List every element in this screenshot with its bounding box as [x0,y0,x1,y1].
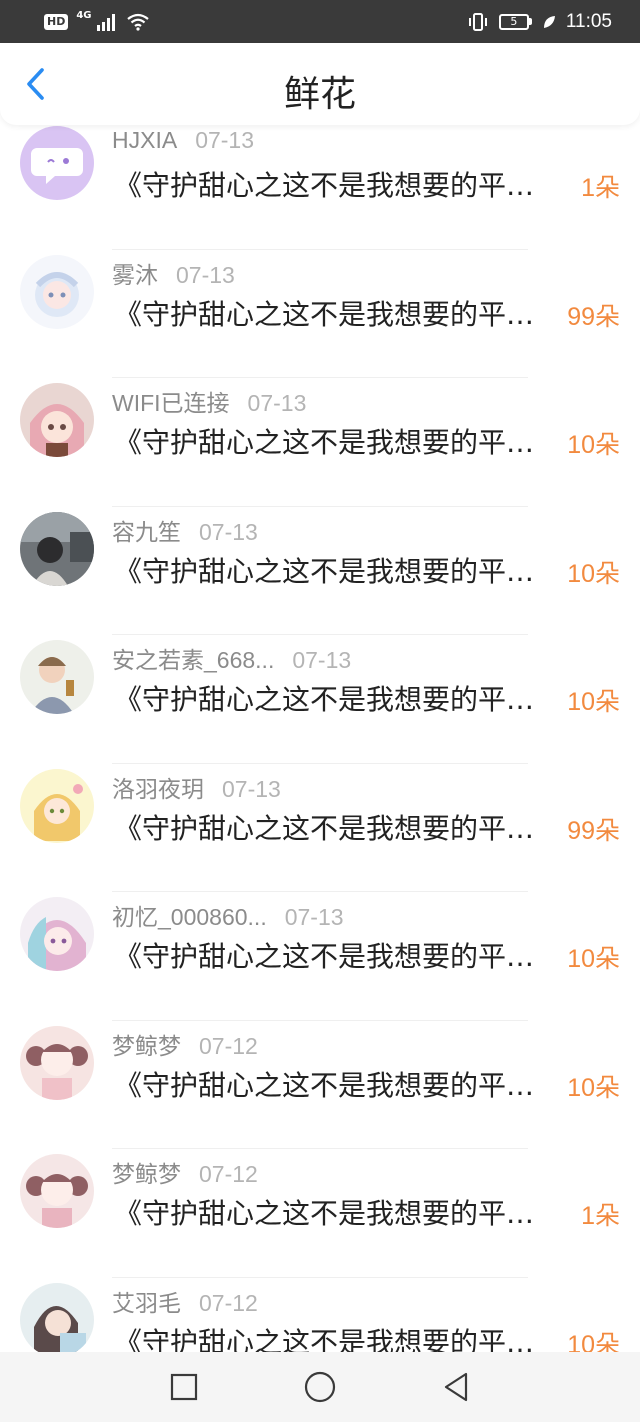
username[interactable]: 梦鲸梦 [112,1155,181,1189]
username[interactable]: HJXIA [112,127,177,154]
anime-girl-avatar-icon [20,383,94,457]
system-navigation-bar [0,1352,640,1422]
work-title: 《守护甜心之这不是我想要的平凡》 [114,426,538,459]
flower-count: 10朵 [567,559,620,588]
date: 07-13 [199,518,258,545]
circle-icon [304,1371,336,1403]
triangle-back-icon [444,1372,468,1402]
chat-bubble-avatar-icon [20,126,94,200]
home-button[interactable] [252,1357,388,1417]
date: 07-13 [292,647,352,673]
anime-girl-avatar-icon [20,1282,94,1357]
username[interactable]: 容九笙 [112,513,181,547]
username[interactable]: 雾沐 [112,256,158,290]
item-meta: 安之若素_668... 07-13 [112,641,351,675]
avatar[interactable] [20,1025,94,1100]
item-meta: 艾羽毛 07-12 [112,1284,258,1318]
anime-girl-avatar-icon [20,254,94,329]
item-meta: 梦鲸梦 07-12 [112,1027,258,1061]
avatar[interactable] [20,640,94,714]
work-title: 《守护甜心之这不是我想要的平凡》 [114,1068,538,1102]
list-item[interactable]: 梦鲸梦 07-12 《守护甜心之这不是我想要的平凡》 1朵 [0,1149,640,1278]
photo-avatar-icon [20,511,94,586]
page-title: 鲜花 [283,73,356,114]
square-icon [170,1373,198,1401]
item-meta: WIFI已连接 07-13 [112,384,306,418]
photo-avatar-icon [20,640,94,714]
item-meta: 雾沐 07-13 [112,256,235,290]
status-time: 11:05 [565,10,612,32]
hd-badge: HD [44,13,69,30]
list-item[interactable]: 洛羽夜玥 07-13 《守护甜心之这不是我想要的平凡》 99朵 [0,764,640,892]
anime-girl-avatar-icon [20,1154,94,1228]
flower-count: 1朵 [581,1202,620,1230]
battery-level: 5 [498,13,529,30]
leaf-icon [543,15,555,28]
wifi-icon [126,13,149,31]
date: 07-13 [284,904,344,930]
username[interactable]: 梦鲸梦 [112,1027,181,1061]
list-item[interactable]: 雾沐 07-13 《守护甜心之这不是我想要的平凡》 99朵 [0,250,640,378]
work-title: 《守护甜心之这不是我想要的平凡》 [114,683,538,716]
status-bar-left: HD 4G [44,10,150,31]
network-type: 4G [76,10,92,21]
flower-count: 99朵 [567,302,620,331]
status-bar: HD 4G 5 11:05 [0,0,640,43]
username[interactable]: 安之若素_668... [112,641,274,675]
work-title: 《守护甜心之这不是我想要的平凡》 [114,297,538,331]
item-meta: HJXIA 07-13 [112,127,254,154]
status-bar-right: 5 11:05 [467,11,612,33]
date: 07-13 [247,390,307,416]
work-title: 《守护甜心之这不是我想要的平凡》 [114,554,538,588]
anime-girl-avatar-icon [20,897,94,971]
work-title: 《守护甜心之这不是我想要的平凡》 [114,811,538,845]
list-item[interactable]: WIFI已连接 07-13 《守护甜心之这不是我想要的平凡》 10朵 [0,378,640,507]
username[interactable]: 艾羽毛 [112,1284,181,1318]
work-title: 《守护甜心之这不是我想要的平凡》 [114,169,538,202]
nav-back-button[interactable] [388,1357,524,1417]
avatar[interactable] [20,897,94,971]
username[interactable]: 初忆_000860... [112,898,267,932]
date: 07-13 [222,775,281,802]
date: 07-12 [199,1161,258,1187]
work-title: 《守护甜心之这不是我想要的平凡》 [114,940,538,973]
item-meta: 梦鲸梦 07-12 [112,1155,258,1189]
flower-count: 10朵 [567,1073,620,1102]
item-meta: 初忆_000860... 07-13 [112,898,344,932]
list-item[interactable]: 容九笙 07-13 《守护甜心之这不是我想要的平凡》 10朵 [0,507,640,635]
header-bar: 鲜花 [0,43,640,125]
avatar[interactable] [20,126,94,200]
list-item[interactable]: HJXIA 07-13 《守护甜心之这不是我想要的平凡》 1朵 [0,121,640,250]
item-meta: 容九笙 07-13 [112,513,258,547]
username[interactable]: WIFI已连接 [112,384,230,418]
item-meta: 洛羽夜玥 07-13 [112,770,281,804]
signal-icon [96,13,115,31]
avatar[interactable] [20,254,94,329]
avatar[interactable] [20,1282,94,1357]
flower-count: 10朵 [567,431,620,459]
anime-girl-avatar-icon [20,1025,94,1100]
date: 07-13 [195,127,255,153]
battery-icon: 5 [498,13,532,30]
list-item[interactable]: 梦鲸梦 07-12 《守护甜心之这不是我想要的平凡》 10朵 [0,1021,640,1149]
flower-gift-list[interactable]: HJXIA 07-13 《守护甜心之这不是我想要的平凡》 1朵 雾沐 07-13 《… [0,121,640,1406]
avatar[interactable] [20,511,94,586]
list-item[interactable]: 初忆_000860... 07-13 《守护甜心之这不是我想要的平凡》 10朵 [0,892,640,1021]
anime-girl-avatar-icon [20,768,94,843]
list-item[interactable]: 安之若素_668... 07-13 《守护甜心之这不是我想要的平凡》 10朵 [0,635,640,764]
avatar[interactable] [20,383,94,457]
flower-count: 99朵 [567,816,620,845]
avatar[interactable] [20,1154,94,1228]
date: 07-13 [176,261,235,288]
vibrate-icon [468,12,487,31]
date: 07-12 [199,1289,258,1316]
flower-count: 1朵 [581,174,620,202]
date: 07-12 [199,1032,258,1059]
recent-apps-button[interactable] [116,1357,252,1417]
username[interactable]: 洛羽夜玥 [112,770,204,804]
flower-count: 10朵 [567,688,620,716]
flower-count: 10朵 [567,945,620,973]
work-title: 《守护甜心之这不是我想要的平凡》 [114,1197,538,1230]
avatar[interactable] [20,768,94,843]
